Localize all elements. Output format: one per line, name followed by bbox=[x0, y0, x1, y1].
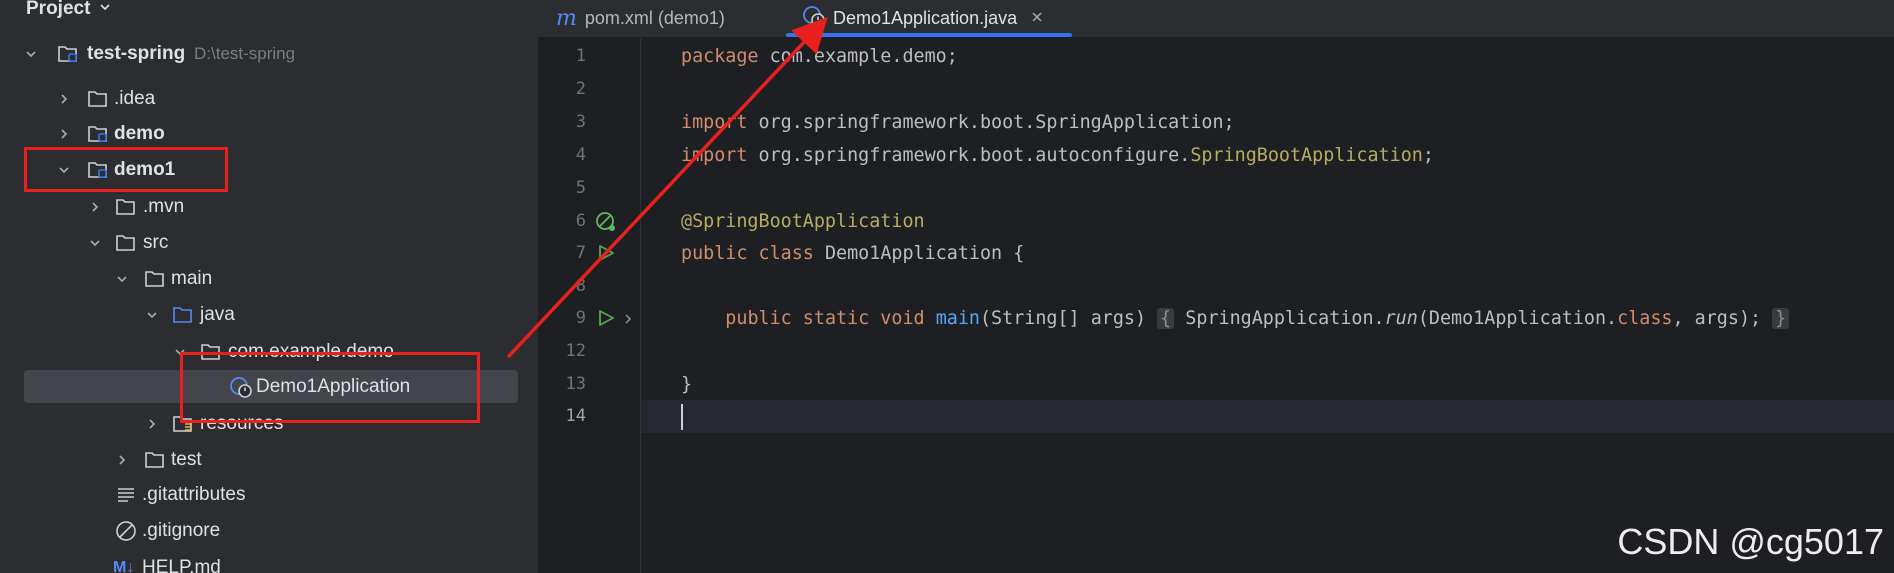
tab-demo1application-java[interactable]: Demo1Application.java bbox=[802, 0, 1043, 37]
chevron-down-icon[interactable] bbox=[115, 262, 129, 295]
editor-tab-bar: m pom.xml (demo1) Demo1Application.java bbox=[538, 0, 1894, 38]
chevron-right-icon[interactable] bbox=[145, 407, 159, 440]
tree-item-idea[interactable]: .idea bbox=[0, 82, 538, 115]
tree-item-test[interactable]: test bbox=[0, 443, 538, 476]
code-line-13: } bbox=[681, 374, 693, 395]
line-number: 12 bbox=[565, 341, 586, 361]
run-icon[interactable] bbox=[596, 243, 616, 268]
source-folder-icon bbox=[172, 298, 194, 331]
chevron-down-icon bbox=[98, 0, 112, 20]
tree-item-label: main bbox=[171, 267, 213, 289]
line-number: 9 bbox=[575, 308, 586, 328]
folder-icon bbox=[115, 226, 137, 259]
code-line-6: @SpringBootApplication bbox=[681, 211, 925, 232]
chevron-down-icon[interactable] bbox=[88, 226, 102, 259]
spring-bean-icon[interactable] bbox=[594, 210, 618, 239]
tree-item-label: .mvn bbox=[143, 195, 185, 217]
code-text-area[interactable]: package com.example.demo; import org.spr… bbox=[640, 38, 1894, 573]
spring-class-icon bbox=[802, 4, 826, 33]
folder-icon bbox=[87, 82, 109, 115]
tree-item-help-md[interactable]: M↓ HELP.md bbox=[0, 551, 538, 573]
line-number: 8 bbox=[575, 276, 586, 296]
tree-item-gitignore[interactable]: .gitignore bbox=[0, 514, 538, 547]
editor-gutter: 1 2 3 4 5 6 7 8 9 12 13 14 bbox=[538, 38, 640, 573]
current-line-highlight bbox=[641, 400, 1894, 433]
tab-label: pom.xml (demo1) bbox=[584, 8, 725, 28]
project-panel-title[interactable]: Project bbox=[26, 0, 112, 22]
watermark-text: CSDN @cg5017 bbox=[1617, 521, 1884, 562]
tree-item-label: test bbox=[171, 448, 202, 470]
line-number: 14 bbox=[565, 406, 586, 426]
code-line-9: public static void main(String[] args) {… bbox=[681, 302, 1790, 335]
chevron-down-icon[interactable] bbox=[24, 37, 38, 70]
code-editor[interactable]: 1 2 3 4 5 6 7 8 9 12 13 14 package com.e… bbox=[538, 38, 1894, 573]
project-title-label: Project bbox=[26, 0, 91, 19]
module-folder-icon bbox=[87, 117, 109, 150]
active-tab-indicator bbox=[786, 33, 1072, 37]
tree-item-gitattributes[interactable]: .gitattributes bbox=[0, 478, 538, 511]
tree-item-path-hint: D:\test-spring bbox=[194, 43, 296, 63]
code-line-4: import org.springframework.boot.autoconf… bbox=[681, 145, 1434, 166]
code-line-3: import org.springframework.boot.SpringAp… bbox=[681, 112, 1235, 133]
text-file-icon bbox=[115, 478, 137, 511]
folder-icon bbox=[144, 262, 166, 295]
line-number: 4 bbox=[575, 145, 586, 165]
fold-chevron-icon[interactable] bbox=[622, 312, 634, 330]
line-number: 1 bbox=[575, 46, 586, 66]
line-number: 6 bbox=[575, 211, 586, 231]
line-number: 13 bbox=[565, 374, 586, 394]
folder-icon bbox=[115, 190, 137, 223]
tree-item-src[interactable]: src bbox=[0, 226, 538, 259]
highlight-box-demo1 bbox=[24, 147, 228, 192]
tab-pom-xml[interactable]: m pom.xml (demo1) bbox=[556, 0, 725, 37]
project-panel: Project test-spring D:\test-spring .idea… bbox=[0, 0, 538, 573]
tree-item-label: demo bbox=[114, 122, 165, 144]
text-caret bbox=[681, 404, 683, 430]
maven-icon: m bbox=[556, 6, 577, 31]
line-number: 5 bbox=[575, 178, 586, 198]
chevron-right-icon[interactable] bbox=[57, 117, 71, 150]
tree-item-demo[interactable]: demo bbox=[0, 117, 538, 150]
tree-item-label: test-spring bbox=[87, 42, 186, 64]
folder-icon bbox=[144, 443, 166, 476]
tree-item-main[interactable]: main bbox=[0, 262, 538, 295]
chevron-right-icon[interactable] bbox=[57, 82, 71, 115]
highlight-box-demo1application bbox=[180, 352, 480, 423]
tab-label: Demo1Application.java bbox=[833, 8, 1018, 28]
tree-item-label: .gitignore bbox=[142, 519, 221, 541]
chevron-right-icon[interactable] bbox=[115, 443, 129, 476]
tree-item-label: HELP.md bbox=[142, 556, 221, 573]
ignore-file-icon bbox=[115, 514, 137, 547]
chevron-down-icon[interactable] bbox=[145, 298, 159, 331]
tree-item-label: src bbox=[143, 231, 169, 253]
code-line-7: public class Demo1Application { bbox=[681, 243, 1025, 264]
folded-brace: } bbox=[1772, 308, 1790, 329]
chevron-right-icon[interactable] bbox=[88, 190, 102, 223]
code-line-1: package com.example.demo; bbox=[681, 46, 958, 67]
tree-item-label: java bbox=[200, 303, 235, 325]
tree-item-java[interactable]: java bbox=[0, 298, 538, 331]
close-icon[interactable] bbox=[1031, 10, 1043, 28]
line-number: 3 bbox=[575, 112, 586, 132]
module-folder-icon bbox=[57, 37, 79, 70]
folded-brace: { bbox=[1157, 308, 1175, 329]
run-icon[interactable] bbox=[596, 308, 616, 333]
line-number: 7 bbox=[575, 243, 586, 263]
tree-item-mvn[interactable]: .mvn bbox=[0, 190, 538, 223]
tree-item-label: .gitattributes bbox=[142, 483, 246, 505]
tree-item-label: .idea bbox=[114, 87, 156, 109]
line-number: 2 bbox=[575, 79, 586, 99]
markdown-file-icon: M↓ bbox=[113, 558, 135, 573]
tree-item-test-spring[interactable]: test-spring D:\test-spring bbox=[0, 37, 538, 70]
